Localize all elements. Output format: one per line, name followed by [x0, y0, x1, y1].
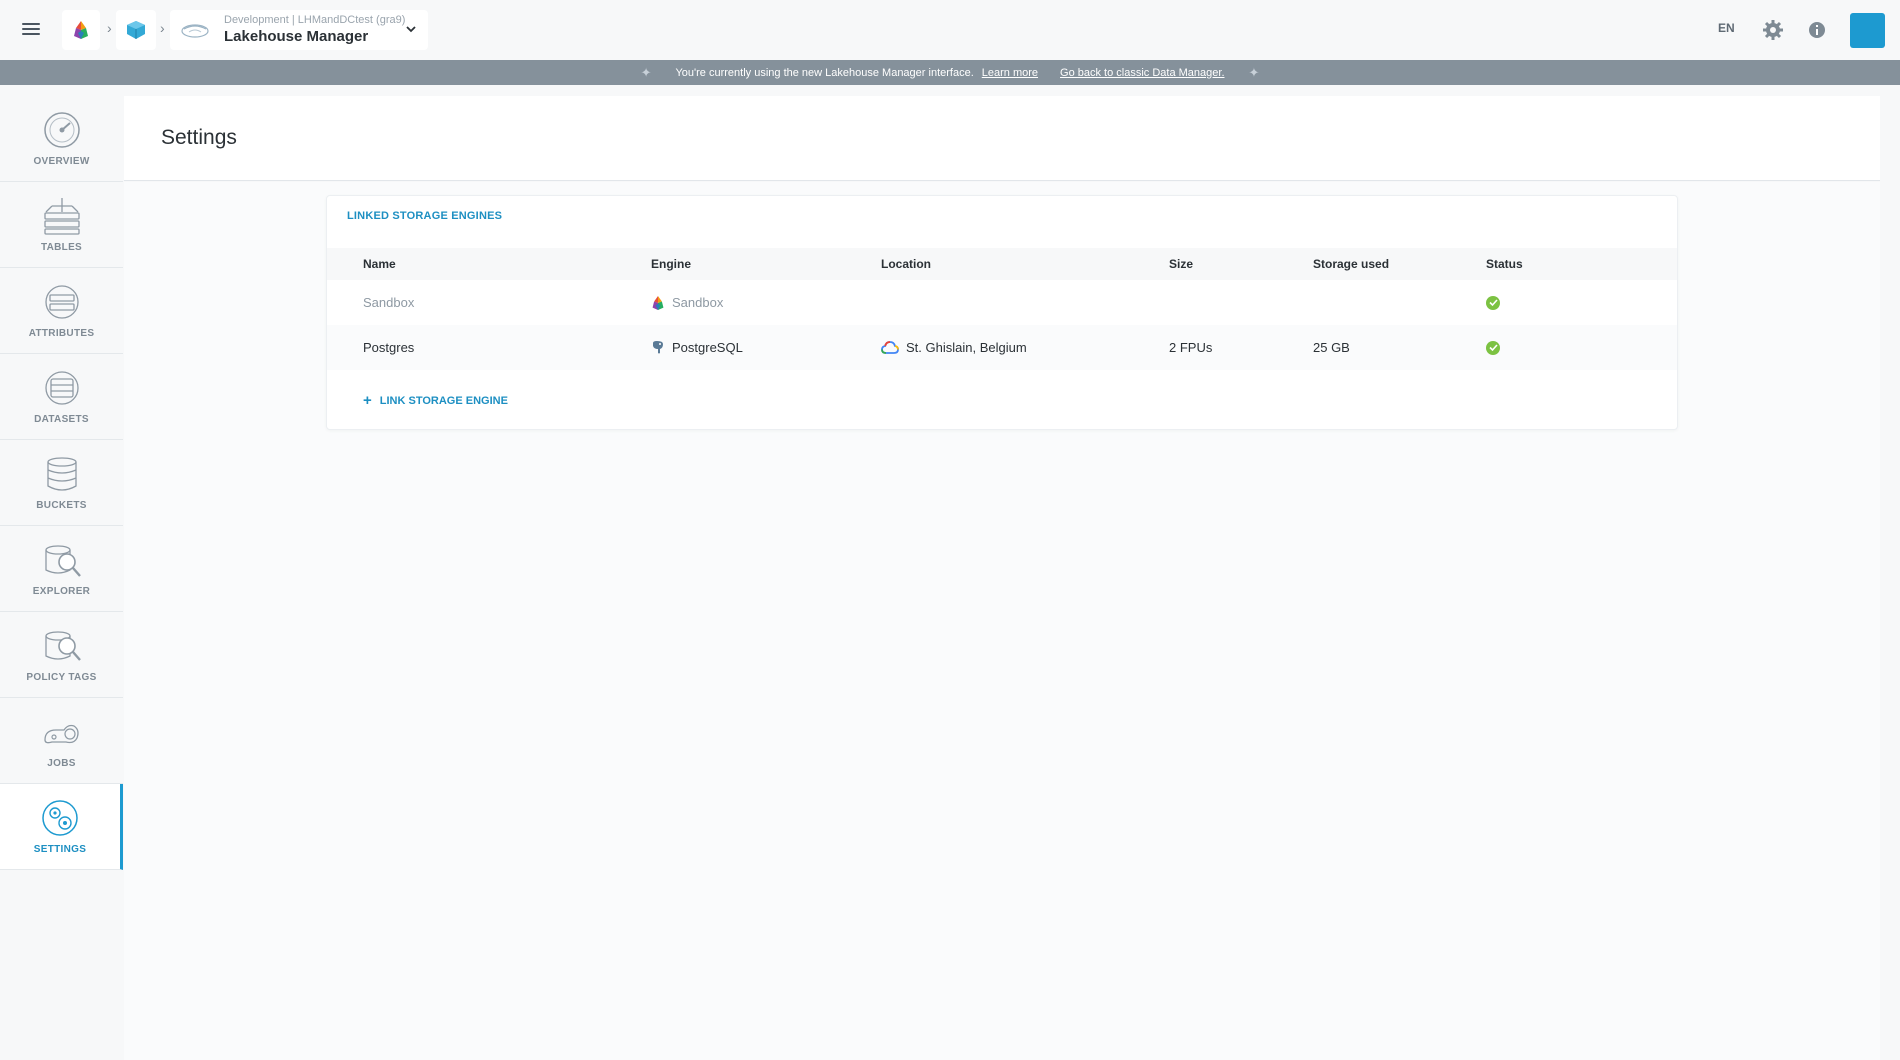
postgresql-icon — [653, 341, 663, 354]
jobs-icon — [43, 724, 79, 744]
gear-icon[interactable] — [1762, 19, 1784, 46]
sidebar-item-label: OVERVIEW — [33, 156, 90, 167]
table-header: Name Engine Location Size Storage used S… — [327, 248, 1677, 280]
sidebar-item-datasets[interactable]: DATASETS — [0, 354, 123, 440]
status-badge — [1486, 295, 1500, 310]
row-name: Postgres — [363, 340, 415, 355]
page-body: LINKED STORAGE ENGINES Name Engine Locat… — [124, 182, 1880, 1060]
sidebar-item-label: POLICY TAGS — [26, 672, 97, 683]
row-location-label: St. Ghislain, Belgium — [906, 340, 1027, 355]
table-row[interactable]: Sandbox Sandbox — [327, 280, 1677, 325]
cube-icon — [127, 21, 145, 39]
policy-tags-icon — [44, 631, 81, 661]
sidebar-item-label: BUCKETS — [36, 500, 87, 511]
page-header: Settings — [124, 96, 1880, 181]
chevron-down-icon — [406, 24, 416, 36]
sidebar-item-tables[interactable]: TABLES — [0, 182, 123, 268]
row-storage-used: 25 GB — [1313, 340, 1350, 355]
sidebar: OVERVIEW TABLES ATTRIBUTES DATASETS BUCK… — [0, 96, 123, 870]
info-icon[interactable] — [1808, 21, 1826, 44]
sidebar-item-buckets[interactable]: BUCKETS — [0, 440, 123, 526]
row-location: St. Ghislain, Belgium — [881, 340, 1027, 355]
breadcrumb-separator: › — [107, 20, 112, 36]
row-engine: Sandbox — [651, 295, 723, 311]
linked-storage-engines-card: LINKED STORAGE ENGINES Name Engine Locat… — [326, 195, 1678, 430]
breadcrumb-project[interactable] — [116, 10, 156, 50]
sparkle-icon: ✦ — [640, 64, 652, 80]
section-title: LINKED STORAGE ENGINES — [347, 210, 503, 222]
breadcrumb-context: Development | LHMandDCtest (gra9) — [224, 14, 406, 26]
column-header-status: Status — [1486, 257, 1523, 271]
sparkle-icon: ✦ — [1248, 64, 1260, 80]
sidebar-item-explorer[interactable]: EXPLORER — [0, 526, 123, 612]
sidebar-item-label: EXPLORER — [32, 586, 91, 597]
tables-icon — [43, 198, 80, 235]
top-bar: › › Development | LHMandDCtest (gra9) La… — [0, 0, 1900, 60]
column-header-size: Size — [1169, 257, 1194, 271]
row-engine-label: Sandbox — [672, 295, 724, 310]
column-header-storage-used: Storage used — [1313, 257, 1390, 271]
column-header-location: Location — [881, 257, 931, 271]
column-header-name: Name — [363, 257, 396, 271]
breadcrumb-app-selector[interactable]: Development | LHMandDCtest (gra9) Lakeho… — [170, 10, 428, 50]
check-circle-icon — [1486, 340, 1500, 355]
lakehouse-icon — [181, 24, 209, 38]
database-icon — [46, 457, 77, 491]
menu-icon[interactable] — [22, 20, 40, 38]
sidebar-item-label: SETTINGS — [33, 844, 87, 855]
status-badge — [1486, 340, 1500, 355]
sidebar-item-overview[interactable]: OVERVIEW — [0, 96, 123, 182]
datasets-icon — [44, 371, 79, 405]
learn-more-link[interactable]: Learn more — [982, 67, 1038, 79]
plus-icon: + — [363, 392, 372, 409]
page-title: Settings — [161, 126, 237, 149]
explorer-icon — [44, 545, 81, 577]
check-circle-icon — [1486, 295, 1500, 310]
attributes-icon — [44, 285, 79, 319]
breadcrumb-home[interactable] — [62, 10, 100, 50]
google-cloud-icon — [881, 341, 899, 354]
link-storage-engine-button[interactable]: + LINK STORAGE ENGINE — [363, 392, 508, 409]
user-avatar[interactable] — [1850, 13, 1885, 48]
sidebar-item-label: DATASETS — [34, 414, 89, 425]
sidebar-item-label: JOBS — [47, 758, 76, 769]
sidebar-item-jobs[interactable]: JOBS — [0, 698, 123, 784]
sandbox-engine-icon — [652, 295, 664, 310]
row-engine-label: PostgreSQL — [672, 340, 743, 355]
breadcrumb-separator: › — [160, 20, 165, 36]
row-name: Sandbox — [363, 295, 415, 310]
breadcrumb-app-title: Lakehouse Manager — [224, 28, 369, 45]
sidebar-item-attributes[interactable]: ATTRIBUTES — [0, 268, 123, 354]
sidebar-item-policy-tags[interactable]: POLICY TAGS — [0, 612, 123, 698]
column-header-engine: Engine — [651, 257, 692, 271]
sidebar-item-label: ATTRIBUTES — [28, 328, 95, 339]
banner-message: You're currently using the new Lakehouse… — [675, 66, 974, 79]
table-row[interactable]: Postgres PostgreSQL St. Ghislain, Belgiu… — [327, 325, 1677, 370]
language-selector[interactable]: EN — [1718, 21, 1735, 35]
main-content: Settings LINKED STORAGE ENGINES Name Eng… — [124, 96, 1880, 1060]
sidebar-item-settings[interactable]: SETTINGS — [0, 784, 123, 870]
classic-data-manager-link[interactable]: Go back to classic Data Manager. — [1060, 67, 1224, 79]
settings-gears-icon — [42, 800, 78, 836]
row-engine: PostgreSQL — [651, 340, 743, 355]
interface-banner: ✦ You're currently using the new Lakehou… — [0, 60, 1900, 85]
row-size: 2 FPUs — [1169, 340, 1213, 355]
link-storage-engine-label: LINK STORAGE ENGINE — [379, 394, 508, 407]
gauge-icon — [43, 112, 80, 148]
sidebar-item-label: TABLES — [40, 242, 83, 253]
forepaas-logo-icon — [74, 21, 88, 39]
